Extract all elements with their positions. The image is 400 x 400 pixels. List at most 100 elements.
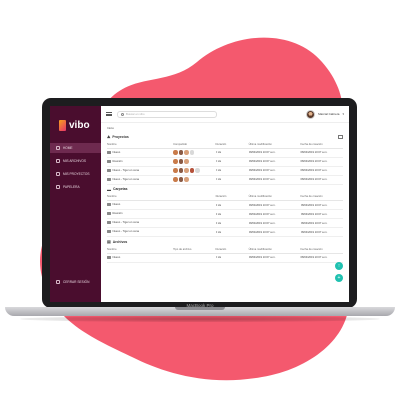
projects-title: Proyectos [112, 134, 129, 139]
table-row[interactable]: Nuevo - Tiger en cena 0 Hs 08/04/2019 10:0… [107, 175, 343, 185]
column-header[interactable]: Fecha de creación [300, 193, 343, 201]
row-name: Nuevo - Tiger en cena [112, 178, 139, 181]
created-cell: 08/04/2019 10:07 a.m. [300, 175, 343, 185]
avatar [178, 168, 184, 173]
modified-cell: 08/04/2019 10:07 a.m. [248, 253, 301, 263]
column-header[interactable]: Nombre [107, 193, 216, 201]
folder-icon [107, 159, 111, 163]
sidebar-item-2[interactable]: MIS PROYECTOS [50, 169, 101, 179]
column-header[interactable]: Duración [215, 193, 249, 201]
table-row[interactable]: Nuevo - Tiger en cena 0 Hs 08/04/2019 10:0… [107, 218, 343, 228]
modified-cell: 08/04/2019 10:07 a.m. [248, 209, 301, 219]
logout-icon [56, 280, 60, 284]
table-row[interactable]: Nuevo 0 Hs 08/04/2019 10:07 a.m. 08/04/2019… [107, 148, 343, 158]
folder-icon: ▬ [107, 186, 111, 192]
files-section-header: ▤ Archivos [101, 237, 349, 246]
duration-cell: 0 Hs [215, 166, 249, 176]
main-content: Buscar en vibo Marcial Cabrera ▾ Inicio … [101, 106, 349, 302]
name-cell: Nuevo [107, 148, 174, 158]
home-icon [56, 146, 60, 150]
breadcrumb[interactable]: Inicio [101, 123, 349, 132]
sidebar-item-label: HOME [63, 146, 73, 150]
search-input[interactable]: Buscar en vibo [117, 110, 217, 118]
folder-icon [107, 255, 111, 259]
column-header[interactable]: Duración [215, 141, 249, 149]
duration-cell: 0 Hs [215, 175, 249, 185]
sidebar-nav: HOME MIS ARCHIVOS MIS PROYECTOS PAPELERA [50, 143, 101, 192]
column-header[interactable]: Nombre [107, 141, 174, 149]
column-header[interactable]: Fecha de creación [300, 141, 343, 149]
avatar [178, 177, 184, 182]
projects-section-header: ⛰ Proyectos [101, 132, 349, 141]
table-row[interactable]: Nuevo 0 Hs 08/04/2019 10:07 a.m. 08/04/2019… [107, 253, 343, 263]
more-users-icon [189, 150, 195, 155]
shared-cell [173, 148, 216, 158]
sidebar-item-0[interactable]: HOME [50, 143, 101, 153]
upload-fab[interactable]: ↑ [335, 262, 343, 270]
column-header[interactable]: Última modificación [248, 246, 301, 254]
avatar [184, 177, 189, 182]
table-row[interactable]: Nuevo - Tiger en cena 0 Hs 08/04/2019 10:0… [107, 166, 343, 176]
sidebar-item-label: MIS ARCHIVOS [63, 159, 87, 163]
folder-icon [107, 212, 111, 216]
row-name: Nuevo - Tiger en cena [112, 221, 139, 225]
avatar [173, 150, 178, 155]
upload-icon: ↑ [337, 263, 341, 269]
app-screen: vibo HOME MIS ARCHIVOS MIS PROYECTOS PAPELE… [50, 106, 349, 302]
avatar [189, 168, 195, 173]
created-cell: 08/04/2019 10:07 a.m. [300, 166, 343, 176]
shared-avatars [173, 168, 215, 173]
column-header[interactable]: Nombre [107, 246, 174, 254]
duration-cell: 0 Hs [215, 200, 249, 210]
name-cell: Nuevo [107, 253, 174, 263]
folder-icon [107, 221, 111, 225]
row-name: Reunión [112, 212, 123, 216]
logo-text: vibo [69, 120, 90, 131]
vibo-logo[interactable]: vibo [50, 106, 101, 131]
name-cell: Nuevo - Tiger en cena [107, 218, 216, 228]
name-cell: Reunión [107, 209, 216, 219]
logout-button[interactable]: CERRAR SESIÓN [56, 280, 89, 284]
folder-icon [56, 159, 60, 163]
modified-cell: 08/04/2019 10:07 a.m. [248, 200, 301, 210]
projects-table: Nombre Compartido Duración Última modificac… [107, 141, 343, 185]
device-label: MacBook Pro [186, 303, 214, 308]
search-icon [121, 112, 124, 116]
folders-title: Carpetas [113, 187, 128, 191]
created-cell: 08/04/2019 10:07 a.m. [300, 209, 343, 219]
shared-avatars [173, 177, 215, 182]
table-row[interactable]: Reunión 0 Hs 08/04/2019 10:07 a.m. 08/04/20… [107, 157, 343, 167]
column-header[interactable]: Última modificación [248, 193, 301, 201]
avatar [173, 159, 178, 164]
hamburger-menu-icon[interactable] [106, 112, 112, 116]
created-cell: 08/04/2019 10:07 a.m. [300, 157, 343, 167]
created-cell: 08/04/2019 10:07 a.m. [300, 148, 343, 158]
name-cell: Reunión [107, 157, 174, 167]
avatar [173, 168, 178, 173]
table-row[interactable]: Reunión 0 Hs 08/04/2019 10:07 a.m. 08/04/20… [107, 209, 343, 219]
folder-icon [107, 203, 111, 207]
table-row[interactable]: Nuevo - Tiger en cena 0 Hs 08/04/2019 10:0… [107, 227, 343, 237]
column-header[interactable]: Duración [215, 246, 249, 254]
modified-cell: 08/04/2019 10:07 a.m. [248, 148, 301, 158]
column-header[interactable]: Tipo de archivo [173, 246, 216, 254]
created-cell: 08/04/2019 10:07 a.m. [300, 200, 343, 210]
table-row[interactable]: Nuevo 0 Hs 08/04/2019 10:07 a.m. 08/04/2019… [107, 200, 343, 210]
grid-view-icon[interactable] [338, 134, 343, 139]
avatar [178, 159, 184, 164]
avatar [184, 168, 189, 173]
row-name: Nuevo - Tiger en cena [112, 230, 139, 234]
modified-cell: 08/04/2019 10:07 a.m. [248, 227, 301, 237]
sidebar-item-1[interactable]: MIS ARCHIVOS [50, 156, 101, 166]
column-header[interactable]: Compartido [173, 141, 216, 149]
duration-cell: 0 Hs [215, 253, 249, 263]
file-icon: ▤ [107, 239, 111, 244]
sidebar-item-3[interactable]: PAPELERA [50, 182, 101, 192]
folders-table: Nombre Duración Última modificación Fecha d… [107, 193, 343, 237]
avatar [173, 177, 178, 182]
column-header[interactable]: Fecha de creación [300, 246, 343, 254]
add-fab[interactable]: + [335, 274, 343, 282]
column-header[interactable]: Última modificación [248, 141, 301, 149]
user-menu[interactable]: Marcial Cabrera ▾ [306, 109, 344, 119]
duration-cell: 0 Hs [215, 148, 249, 158]
